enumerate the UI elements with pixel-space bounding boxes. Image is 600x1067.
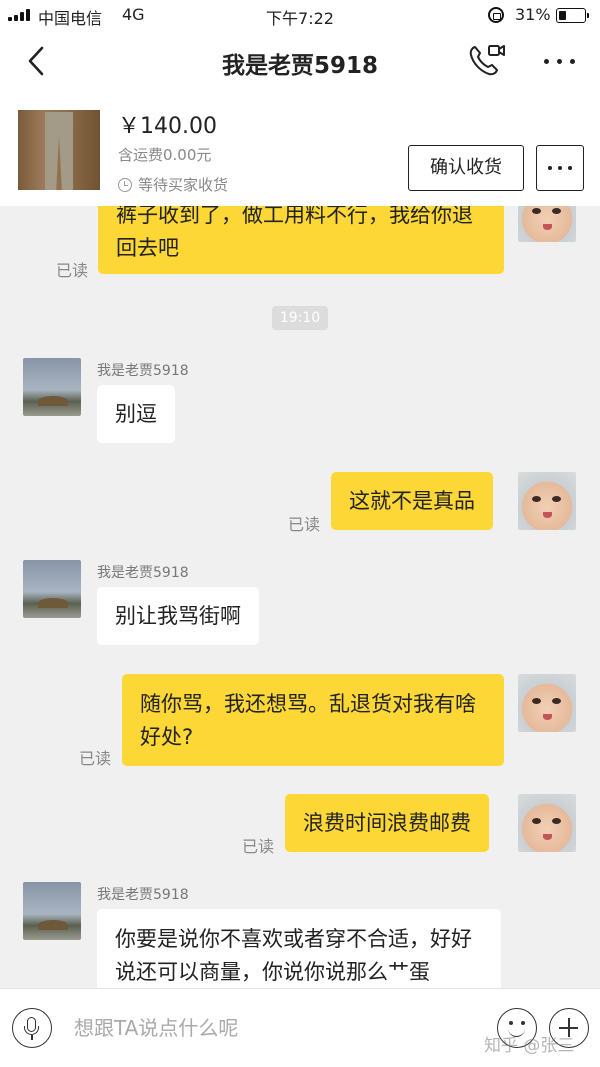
- read-receipt: 已读: [79, 749, 112, 768]
- my-avatar[interactable]: [518, 206, 576, 242]
- message-text: 别逗: [115, 402, 157, 426]
- contact-avatar[interactable]: [23, 358, 81, 416]
- message-bubble[interactable]: 随你骂，我还想骂。乱退货对我有啥好处?: [122, 674, 504, 766]
- shipping-fee: 含运费0.00元: [118, 146, 212, 164]
- pants-image: [45, 112, 73, 190]
- my-avatar[interactable]: [518, 674, 576, 732]
- message-bubble[interactable]: 裤子收到了，做工用料不行，我给你退回去吧: [98, 206, 504, 274]
- sender-name: 我是老贾5918: [97, 565, 189, 581]
- order-card[interactable]: ￥140.00 含运费0.00元 等待买家收货 确认收货: [0, 94, 600, 206]
- message-text: 浪费时间浪费邮费: [303, 811, 471, 835]
- read-receipt: 已读: [242, 837, 275, 856]
- status-bar: 中国电信 4G 下午7:22 31%: [0, 0, 600, 30]
- message-bubble[interactable]: 别逗: [97, 385, 175, 443]
- clock-icon: [118, 178, 132, 192]
- order-status-text: 等待买家收货: [138, 176, 229, 194]
- order-status: 等待买家收货: [118, 174, 228, 195]
- message-text: 你要是说你不喜欢或者穿不合适，好好说还可以商量，你说你说那么艹蛋: [115, 927, 472, 984]
- call-button[interactable]: [467, 43, 507, 79]
- time-divider: 19:10: [272, 306, 328, 330]
- message-bubble[interactable]: 你要是说你不喜欢或者穿不合适，好好说还可以商量，你说你说那么艹蛋: [97, 909, 501, 988]
- phone-video-icon: [469, 45, 505, 76]
- contact-avatar[interactable]: [23, 882, 81, 940]
- battery-icon: [556, 8, 589, 23]
- message-input[interactable]: 想跟TA说点什么呢: [74, 1011, 454, 1045]
- message-text: 这就不是真品: [349, 489, 475, 513]
- message-text: 别让我骂街啊: [115, 604, 241, 628]
- page-title: 我是老贾5918: [221, 53, 378, 79]
- nav-bar: 我是老贾5918: [0, 30, 600, 94]
- message-text: 裤子收到了，做工用料不行，我给你退回去吧: [116, 206, 473, 260]
- read-receipt: 已读: [56, 261, 89, 280]
- sender-name: 我是老贾5918: [97, 887, 189, 903]
- input-bar: 想跟TA说点什么呢 知乎 @张三: [0, 988, 600, 1067]
- order-price: ￥140.00: [118, 114, 217, 139]
- message-bubble[interactable]: 浪费时间浪费邮费: [285, 794, 489, 852]
- watermark: 知乎 @张三: [484, 1036, 575, 1056]
- chat-area[interactable]: 裤子收到了，做工用料不行，我给你退回去吧 已读 19:10 我是老贾5918 别…: [0, 206, 600, 988]
- status-time: 下午7:22: [266, 9, 334, 28]
- message-bubble[interactable]: 这就不是真品: [331, 472, 493, 530]
- my-avatar[interactable]: [518, 472, 576, 530]
- message-bubble[interactable]: 别让我骂街啊: [97, 587, 259, 645]
- read-receipt: 已读: [288, 515, 321, 534]
- confirm-receipt-button[interactable]: 确认收货: [408, 145, 524, 191]
- voice-button[interactable]: [12, 1008, 52, 1048]
- battery-percent: 31%: [515, 5, 551, 24]
- contact-avatar[interactable]: [23, 560, 81, 618]
- more-button[interactable]: [540, 48, 580, 74]
- product-thumbnail[interactable]: [18, 110, 100, 190]
- sender-name: 我是老贾5918: [97, 363, 189, 379]
- order-more-button[interactable]: [536, 145, 584, 191]
- my-avatar[interactable]: [518, 794, 576, 852]
- battery-level: [559, 11, 566, 20]
- message-text: 随你骂，我还想骂。乱退货对我有啥好处?: [140, 692, 476, 749]
- rotation-lock-icon: [488, 7, 504, 23]
